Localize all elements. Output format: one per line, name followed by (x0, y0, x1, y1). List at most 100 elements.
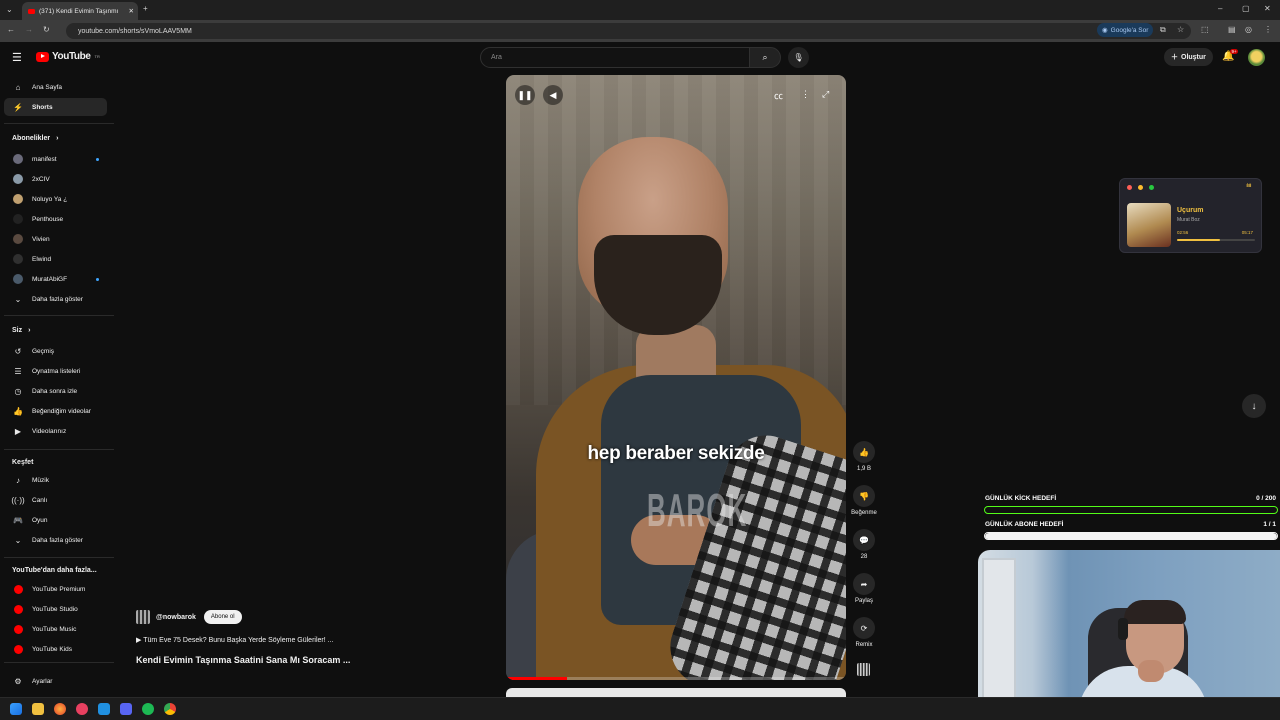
create-button[interactable]: ＋ Oluştur (1164, 48, 1213, 66)
next-short-preview[interactable] (506, 688, 846, 697)
goal-progress-fill (985, 533, 1277, 539)
chevron-down-icon: ⌄ (14, 535, 22, 545)
like-button[interactable]: 👍 (853, 441, 875, 463)
goal-progress-bar (984, 506, 1278, 514)
app-icon[interactable] (76, 703, 88, 715)
channel-avatar (13, 274, 23, 284)
sidebar-item-home[interactable]: ⌂ Ana Sayfa (4, 78, 107, 96)
close-window-icon[interactable]: ✕ (1264, 4, 1271, 13)
search-input[interactable]: Ara (480, 47, 750, 68)
captions-icon[interactable]: ㏄ (774, 89, 783, 102)
subscription-item[interactable]: MuratAbiGF (4, 270, 107, 288)
new-tab-icon[interactable]: + (143, 4, 148, 13)
sidebar-item-yt-app[interactable]: YouTube Premium (4, 580, 107, 598)
maximize-icon[interactable]: ▢ (1242, 4, 1250, 13)
forward-icon[interactable]: → (25, 25, 33, 34)
extensions-icon[interactable]: ⬚ (1201, 25, 1209, 34)
sidebar-toggle-icon[interactable]: ▤ (1228, 25, 1236, 34)
subscription-item[interactable]: Elwind (4, 250, 107, 268)
subscriptions-heading[interactable]: Abonelikler › (12, 135, 58, 142)
sidebar-item-thumb-up[interactable]: 👍 Beğendiğim videolar (4, 402, 107, 420)
share-button[interactable]: ➦ (853, 573, 875, 595)
search-icon: ⌕ (762, 52, 768, 62)
like-action[interactable]: 👍 1,9 B (846, 441, 882, 472)
sidebar-item-playlist[interactable]: ☰ Oynatma listeleri (4, 362, 107, 380)
remix-button[interactable]: ⟳ (853, 617, 875, 639)
remix-action[interactable]: ⟳ Remix (846, 617, 882, 648)
video-title[interactable]: Kendi Evimin Taşınma Saatini Sana Mı Sor… (136, 655, 350, 665)
youtube-app-icon (4, 604, 32, 614)
more-from-youtube-heading[interactable]: YouTube'dan daha fazla... (12, 567, 97, 574)
profile-icon[interactable]: ◎ (1245, 25, 1252, 34)
back-icon[interactable]: ← (7, 25, 15, 34)
channel-handle[interactable]: @nowbarok (156, 614, 196, 621)
fullscreen-icon[interactable]: ⤢ (822, 89, 829, 100)
sidebar-item-label: Geçmiş (32, 347, 55, 355)
sidebar-item-label: YouTube Premium (32, 585, 86, 593)
subscription-item[interactable]: Penthouse (4, 210, 107, 228)
sidebar-item-label: Videolarınız (32, 427, 67, 435)
dislike-button[interactable]: 👎 (853, 485, 875, 507)
audio-source-thumbnail[interactable] (857, 663, 870, 676)
sidebar-item-clock[interactable]: ◷ Daha sonra izle (4, 382, 107, 400)
discord-icon[interactable] (120, 703, 132, 715)
subs-show-more[interactable]: ⌄ Daha fazla göster (4, 290, 107, 308)
file-explorer-icon[interactable] (32, 703, 44, 715)
voice-search-button[interactable]: 🎙 (788, 47, 809, 68)
subscription-item[interactable]: Noluyo Ya ¿ (4, 190, 107, 208)
sidebar-item-live[interactable]: ((·)) Canlı (4, 491, 107, 509)
volume-button[interactable]: ◀ (543, 85, 563, 105)
sidebar-item-yt-app[interactable]: YouTube Studio (4, 600, 107, 618)
sidebar-item-label: Beğendiğim videolar (32, 407, 91, 415)
subscription-item[interactable]: Vivien (4, 230, 107, 248)
telegram-icon[interactable] (98, 703, 110, 715)
more-options-icon[interactable]: ⋮ (801, 89, 810, 100)
windows-start-icon[interactable] (10, 703, 22, 715)
sidebar-item-yt-app[interactable]: YouTube Music (4, 620, 107, 638)
sidebar-item-music[interactable]: ♪ Müzik (4, 471, 107, 489)
next-short-button[interactable]: ↓ (1242, 394, 1266, 418)
firefox-icon[interactable] (54, 703, 66, 715)
short-video-player[interactable]: ❚❚ ◀ ㏄ ⋮ ⤢ hep beraber sekizde BAROK (506, 75, 846, 680)
subscription-item[interactable]: 2xCIV (4, 170, 107, 188)
explore-heading[interactable]: Keşfet (12, 459, 33, 466)
sidebar-item-settings[interactable]: ⚙ Ayarlar (4, 672, 107, 690)
subscription-label: Elwind (32, 255, 52, 263)
minimize-icon[interactable]: – (1218, 4, 1222, 13)
share-action[interactable]: ➦ Paylaş (846, 573, 882, 604)
install-icon[interactable]: ⧉ (1160, 25, 1166, 35)
hamburger-menu-icon[interactable]: ☰ (12, 51, 22, 64)
sidebar-item-yt-app[interactable]: YouTube Kids (4, 640, 107, 658)
microphone-icon: 🎙 (793, 53, 804, 62)
explore-show-more[interactable]: ⌄ Daha fazla göster (4, 531, 107, 549)
sidebar-item-shorts[interactable]: ⚡ Shorts (4, 98, 107, 116)
sidebar-item-gamepad[interactable]: 🎮 Oyun (4, 511, 107, 529)
browser-menu-icon[interactable]: ⋮ (1264, 25, 1272, 34)
reload-icon[interactable]: ↻ (43, 25, 50, 34)
youtube-logo[interactable]: YouTube TR (36, 51, 100, 62)
comments-button[interactable]: 💬 (853, 529, 875, 551)
you-heading[interactable]: Siz › (12, 327, 30, 334)
search-button[interactable]: ⌕ (749, 47, 781, 68)
url-field[interactable]: youtube.com/shorts/sVmoLAAV5MM (66, 23, 1191, 39)
you-heading-label: Siz (12, 327, 23, 334)
google-sor-button[interactable]: ◉ Google'a Sor (1097, 23, 1154, 37)
channel-avatar[interactable] (136, 610, 150, 624)
subscription-item[interactable]: manifest (4, 150, 107, 168)
tab-close-icon[interactable]: ✕ (129, 7, 134, 15)
dislike-action[interactable]: 👎 Beğenme (846, 485, 882, 516)
browser-tab[interactable]: (371) Kendi Evimin Taşınmı ✕ (22, 2, 138, 20)
sidebar-item-label: Müzik (32, 476, 49, 484)
bookmark-star-icon[interactable]: ☆ (1177, 25, 1184, 34)
sidebar-item-history[interactable]: ↺ Geçmiş (4, 342, 107, 360)
sidebar-item-video[interactable]: ▶ Videolarınız (4, 422, 107, 440)
video-progress-bar[interactable] (506, 677, 846, 680)
video-description[interactable]: ▶ Tüm Eve 75 Desek? Bunu Başka Yerde Söy… (136, 636, 333, 644)
chrome-icon[interactable] (164, 703, 176, 715)
tab-menu-icon[interactable]: ⌄ (6, 5, 13, 14)
pause-button[interactable]: ❚❚ (515, 85, 535, 105)
spotify-icon[interactable] (142, 703, 154, 715)
subscribe-button[interactable]: Abone ol (203, 610, 242, 624)
comments-action[interactable]: 💬 28 (846, 529, 882, 560)
user-avatar[interactable] (1248, 49, 1265, 66)
